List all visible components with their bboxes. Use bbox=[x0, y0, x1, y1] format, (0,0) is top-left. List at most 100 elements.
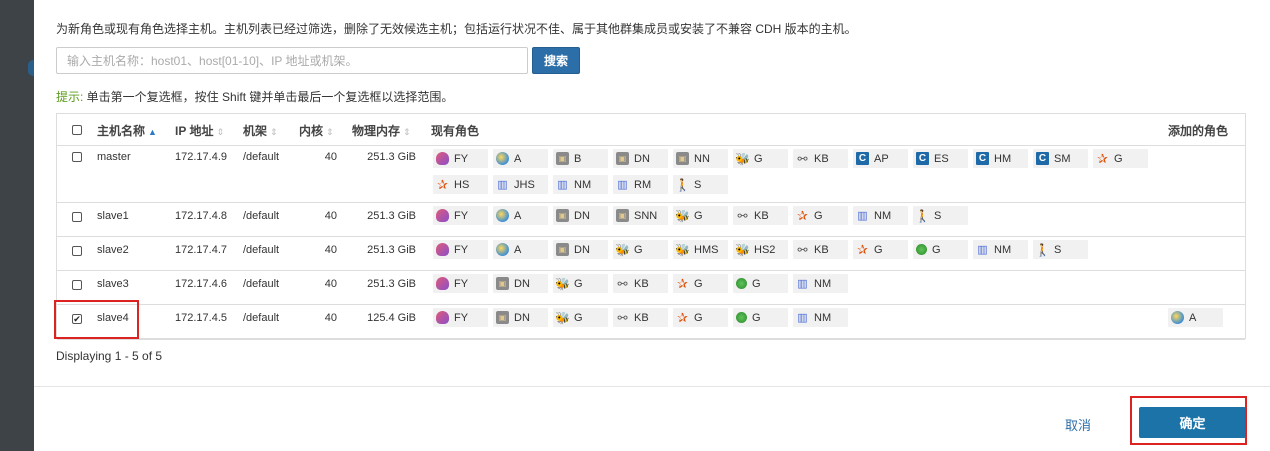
role-chip: FY bbox=[433, 274, 488, 293]
role-label: DN bbox=[514, 277, 530, 290]
hdfs-icon bbox=[676, 152, 689, 165]
table-row[interactable]: slave3 172.17.4.6/default 40 251.3 GiB FY DN 🐝… bbox=[57, 270, 1245, 305]
role-chip: FY bbox=[433, 206, 488, 225]
memory-cell: 251.3 GiB bbox=[367, 210, 416, 222]
role-chip: A bbox=[493, 206, 548, 225]
role-chip: ⚯ KB bbox=[613, 274, 668, 293]
role-label: G bbox=[574, 277, 583, 290]
role-label: S bbox=[934, 209, 942, 222]
hive-icon: 🐝 bbox=[735, 151, 750, 166]
table-row[interactable]: master 172.17.4.9/default 40 251.3 GiB FY A B D… bbox=[57, 145, 1245, 203]
col-cores[interactable]: 内核 ⇕ bbox=[299, 122, 334, 139]
role-label: G bbox=[814, 209, 823, 222]
role-label: NM bbox=[814, 311, 832, 324]
rack-cell: /default bbox=[243, 210, 280, 222]
star-icon: ✰ bbox=[797, 207, 808, 223]
cancel-button[interactable]: 取消 bbox=[1065, 415, 1091, 434]
role-chip: ✰ G bbox=[793, 206, 848, 225]
role-chip: G bbox=[913, 240, 968, 259]
hosts-table: 主机名称 ▲ IP 地址 ⇕ 机架 ⇕ 内核 ⇕ 物理内存 ⇕ 现有角色 添加的角色 ma… bbox=[56, 113, 1246, 340]
role-label: HS bbox=[454, 178, 470, 191]
role-label: AP bbox=[874, 152, 889, 165]
role-label: S bbox=[694, 178, 702, 191]
table-row[interactable]: slave2 172.17.4.7/default 40 251.3 GiB FY A DN… bbox=[57, 236, 1245, 271]
hive-icon: 🐝 bbox=[675, 208, 690, 223]
role-chip: ▥ NM bbox=[793, 308, 848, 327]
col-ip[interactable]: IP 地址 ⇕ bbox=[175, 122, 224, 139]
col-host-name[interactable]: 主机名称 ▲ bbox=[97, 122, 157, 139]
fy-role-icon bbox=[436, 277, 449, 290]
a-role-icon bbox=[496, 243, 509, 256]
role-label: SNN bbox=[634, 209, 658, 222]
sqoop-icon: 🚶 bbox=[915, 208, 930, 223]
role-label: G bbox=[874, 243, 883, 256]
role-chip: 🚶 S bbox=[673, 175, 728, 194]
role-label: S bbox=[1054, 243, 1062, 256]
ip-address-cell: 172.17.4.7 bbox=[175, 244, 227, 256]
role-chip: C ES bbox=[913, 149, 968, 168]
green-dot-icon bbox=[916, 244, 927, 255]
role-chip: DN bbox=[553, 240, 608, 259]
hdfs-icon bbox=[496, 311, 509, 324]
star-icon: ✰ bbox=[1097, 150, 1108, 166]
role-chip: ⚯ KB bbox=[793, 240, 848, 259]
ip-address-cell: 172.17.4.6 bbox=[175, 278, 227, 290]
role-chip: ⚯ KB bbox=[613, 308, 668, 327]
memory-cell: 251.3 GiB bbox=[367, 244, 416, 256]
a-role-icon bbox=[1171, 311, 1184, 324]
row-checkbox[interactable] bbox=[72, 212, 82, 222]
host-name-cell: slave4 bbox=[97, 312, 129, 324]
role-chip: A bbox=[493, 149, 548, 168]
table-header: 主机名称 ▲ IP 地址 ⇕ 机架 ⇕ 内核 ⇕ 物理内存 ⇕ 现有角色 添加的角色 bbox=[57, 114, 1245, 146]
hdfs-icon bbox=[556, 209, 569, 222]
role-label: A bbox=[514, 152, 522, 165]
role-chip: FY bbox=[433, 308, 488, 327]
table-row[interactable]: ✔ slave4 172.17.4.5/default 40 125.4 GiB FY DN… bbox=[57, 304, 1245, 340]
role-chip: 🐝 HS2 bbox=[733, 240, 788, 259]
role-chip: B bbox=[553, 149, 608, 168]
star-icon: ✰ bbox=[857, 241, 868, 257]
confirm-button[interactable]: 确定 bbox=[1139, 407, 1246, 438]
modal-backdrop bbox=[0, 0, 38, 451]
kb-icon: ⚯ bbox=[797, 242, 808, 257]
table-row[interactable]: slave1 172.17.4.8/default 40 251.3 GiB FY A DN… bbox=[57, 202, 1245, 237]
role-label: FY bbox=[454, 209, 469, 222]
role-chip: FY bbox=[433, 149, 488, 168]
role-chip: ✰ HS bbox=[433, 175, 488, 194]
cores-cell: 40 bbox=[324, 210, 337, 222]
role-label: G bbox=[694, 277, 703, 290]
role-label: NM bbox=[814, 277, 832, 290]
c-icon: C bbox=[916, 152, 929, 165]
col-rack[interactable]: 机架 ⇕ bbox=[243, 122, 278, 139]
role-label: SM bbox=[1054, 152, 1071, 165]
c-icon: C bbox=[976, 152, 989, 165]
search-button[interactable]: 搜索 bbox=[532, 47, 580, 74]
cores-cell: 40 bbox=[324, 151, 337, 163]
role-chip: DN bbox=[553, 206, 608, 225]
row-checkbox[interactable] bbox=[72, 246, 82, 256]
select-hosts-dialog: 为新角色或现有角色选择主机。主机列表已经过筛选，删除了无效候选主机；包括运行状况… bbox=[34, 0, 1270, 451]
role-label: G bbox=[694, 311, 703, 324]
role-label: A bbox=[514, 209, 522, 222]
role-chip: 🐝 G bbox=[553, 274, 608, 293]
role-label: HS2 bbox=[754, 243, 776, 256]
hdfs-icon bbox=[616, 209, 629, 222]
host-search-input[interactable] bbox=[56, 47, 528, 74]
a-role-icon bbox=[496, 209, 509, 222]
role-chip: ⚯ KB bbox=[793, 149, 848, 168]
role-chip: ▥ NM bbox=[553, 175, 608, 194]
rack-cell: /default bbox=[243, 244, 280, 256]
row-checkbox[interactable] bbox=[72, 280, 82, 290]
hdfs-icon bbox=[556, 152, 569, 165]
role-chip: ✰ G bbox=[853, 240, 908, 259]
role-label: B bbox=[574, 152, 582, 165]
col-memory[interactable]: 物理内存 ⇕ bbox=[352, 122, 411, 139]
role-label: A bbox=[1189, 311, 1197, 324]
role-chip: C AP bbox=[853, 149, 908, 168]
role-chip: SNN bbox=[613, 206, 668, 225]
row-checkbox[interactable]: ✔ bbox=[72, 314, 82, 324]
fy-role-icon bbox=[436, 209, 449, 222]
row-checkbox[interactable] bbox=[72, 152, 82, 162]
select-all-checkbox[interactable] bbox=[72, 125, 82, 135]
role-label: NM bbox=[994, 243, 1012, 256]
